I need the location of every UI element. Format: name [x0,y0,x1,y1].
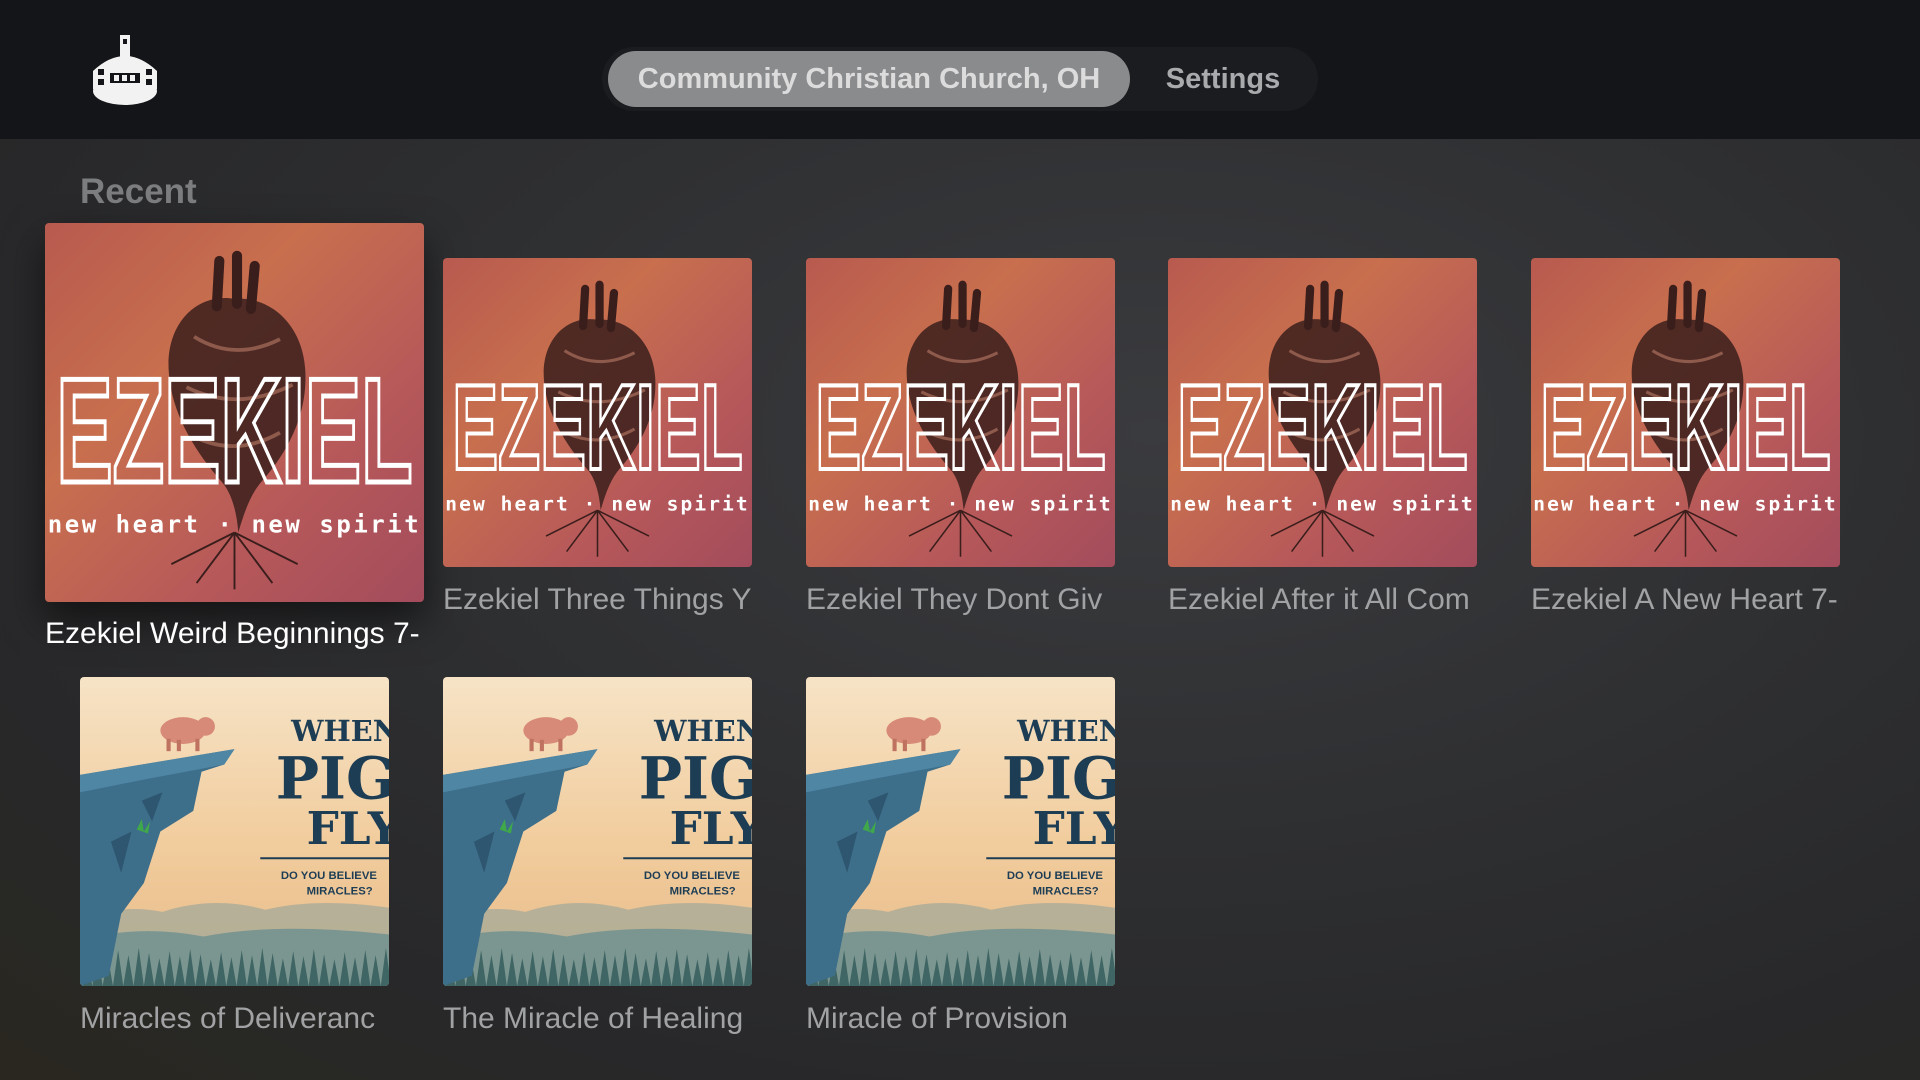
sermon-title: Miracles of Deliveranc [80,1002,376,1035]
artwork-subtitle: new heart · new spirit [1533,492,1837,515]
artwork-tagline: DO YOU BELIEVE [1007,870,1104,882]
church-house-icon[interactable] [90,31,160,107]
artwork-title-line1: WHEN [653,714,752,748]
sermon-artwork: EZEKIEL new heart · new spirit [1531,258,1840,567]
sermon-title: Ezekiel A New Heart 7- [1531,583,1838,616]
artwork-tagline: MIRACLES? [1033,885,1099,897]
artwork-title: EZEKIEL [1540,359,1830,495]
tab-church[interactable]: Community Christian Church, OH [608,51,1130,107]
tab-settings[interactable]: Settings [1148,51,1298,107]
artwork-title: EZEKIEL [815,359,1105,495]
artwork-subtitle: new heart · new spirit [808,492,1112,515]
sermon-artwork: WHENPIGSFLYDO YOU BELIEVEMIRACLES? [80,677,389,986]
artwork-tagline: MIRACLES? [670,885,736,897]
sermon-title: Ezekiel Weird Beginnings 7- [45,617,420,650]
artwork-title: EZEKIEL [56,347,412,514]
sermon-artwork: WHENPIGSFLYDO YOU BELIEVEMIRACLES? [443,677,752,986]
sermon-artwork: EZEKIEL new heart · new spirit [1168,258,1477,567]
artwork-title: EZEKIEL [452,359,742,495]
sermon-artwork: EZEKIEL new heart · new spirit [443,258,752,567]
artwork-title-line3: FLY [670,801,752,855]
artwork-tagline: DO YOU BELIEVE [644,870,741,882]
sermon-title: Miracle of Provision [806,1002,1068,1035]
artwork-subtitle: new heart · new spirit [48,511,421,539]
sermon-artwork: EZEKIEL new heart · new spirit [45,223,424,602]
top-nav: Community Christian Church, OH Settings [602,47,1318,111]
artwork-title-line1: WHEN [1016,714,1115,748]
sermon-title: Ezekiel They Dont Giv [806,583,1103,616]
sermon-artwork: WHENPIGSFLYDO YOU BELIEVEMIRACLES? [806,677,1115,986]
sermon-title: Ezekiel After it All Com [1168,583,1470,616]
section-heading: Recent [80,172,197,211]
artwork-title-line3: FLY [307,801,389,855]
artwork-title-line1: WHEN [290,714,389,748]
top-bar: Community Christian Church, OH Settings [0,0,1920,139]
artwork-tagline: DO YOU BELIEVE [281,870,378,882]
sermon-artwork: EZEKIEL new heart · new spirit [806,258,1115,567]
artwork-subtitle: new heart · new spirit [445,492,749,515]
sermon-title: Ezekiel Three Things Y [443,583,752,616]
artwork-subtitle: new heart · new spirit [1170,492,1474,515]
artwork-tagline: MIRACLES? [307,885,373,897]
artwork-title-line3: FLY [1033,801,1115,855]
sermon-title: The Miracle of Healing [443,1002,744,1035]
artwork-title: EZEKIEL [1177,359,1467,495]
